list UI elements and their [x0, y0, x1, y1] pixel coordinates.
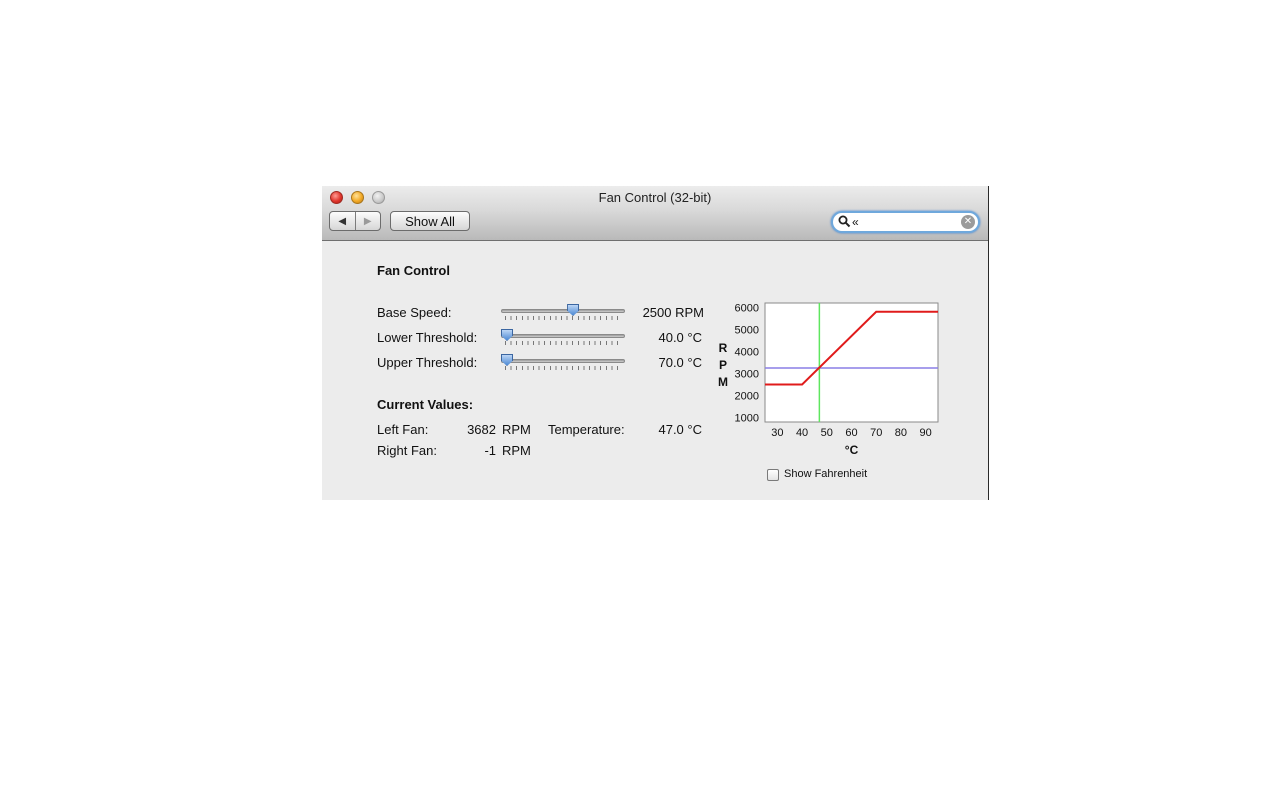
y-tick-label: 3000	[735, 369, 759, 381]
upper-threshold-label: Upper Threshold:	[377, 355, 478, 370]
search-field[interactable]: « ✕	[831, 211, 980, 233]
current-values-title: Current Values:	[377, 397, 474, 412]
base-speed-value: 2500 RPM	[642, 305, 704, 320]
base-speed-label: Base Speed:	[377, 305, 452, 320]
x-tick-label: 70	[870, 427, 882, 439]
right-fan-unit: RPM	[502, 443, 531, 458]
forward-button[interactable]: ▶	[354, 212, 381, 230]
x-tick-label: 90	[920, 427, 932, 439]
clear-search-icon[interactable]: ✕	[961, 215, 975, 229]
back-forward-control: ◀ ▶	[329, 211, 381, 231]
x-tick-label: 30	[771, 427, 783, 439]
right-fan-value: -1	[484, 443, 496, 458]
lower-threshold-value: 40.0 °C	[658, 330, 702, 345]
slider-ticks	[505, 366, 621, 370]
fan-curve-chart: 1000 2000 3000 4000 5000 6000 30 40 50 60 70 80 90 RP…	[718, 302, 939, 457]
lower-threshold-slider[interactable]	[501, 328, 625, 345]
window-title: Fan Control (32-bit)	[598, 190, 712, 205]
left-fan-label: Left Fan:	[377, 422, 429, 437]
y-tick-label: 1000	[735, 413, 759, 425]
slider-knob[interactable]	[501, 354, 513, 366]
left-fan-value: 3682	[467, 422, 496, 437]
slider-knob[interactable]	[567, 304, 580, 316]
y-tick-label: 6000	[735, 302, 759, 314]
fan-control-window: Fan Control (32-bit) ◀ ▶ Show All « ✕ Fa…	[322, 186, 989, 500]
upper-threshold-slider[interactable]	[501, 353, 625, 370]
y-tick-label: 5000	[735, 324, 759, 336]
slider-ticks	[505, 316, 621, 320]
plot-area	[764, 302, 939, 423]
right-fan-label: Right Fan:	[377, 443, 437, 458]
y-axis-label: P	[719, 358, 727, 372]
x-axis-label: °C	[845, 443, 859, 457]
show-fahrenheit-label: Show Fahrenheit	[784, 468, 868, 480]
x-tick-label: 40	[796, 427, 808, 439]
x-tick-label: 50	[821, 427, 833, 439]
slider-knob[interactable]	[501, 329, 513, 341]
slider-ticks	[505, 341, 621, 345]
x-tick-label: 80	[895, 427, 907, 439]
slider-track	[501, 359, 625, 363]
temperature-value: 47.0 °C	[658, 422, 702, 437]
show-all-button[interactable]: Show All	[390, 211, 470, 231]
y-axis-label: R	[719, 341, 728, 355]
search-input[interactable]: «	[852, 215, 859, 229]
y-tick-label: 2000	[735, 391, 759, 403]
search-icon	[838, 215, 851, 228]
lower-threshold-label: Lower Threshold:	[377, 330, 478, 345]
upper-threshold-value: 70.0 °C	[658, 355, 702, 370]
x-tick-label: 60	[845, 427, 857, 439]
titlebar: Fan Control (32-bit) ◀ ▶ Show All « ✕	[322, 186, 988, 241]
y-tick-label: 4000	[735, 346, 759, 358]
slider-track	[501, 309, 625, 313]
panel-title: Fan Control	[377, 263, 450, 278]
slider-track	[501, 334, 625, 338]
back-button[interactable]: ◀	[330, 212, 355, 230]
temperature-label: Temperature:	[548, 422, 625, 437]
base-speed-slider[interactable]	[501, 303, 625, 320]
left-fan-unit: RPM	[502, 422, 531, 437]
show-fahrenheit-checkbox[interactable]	[767, 469, 779, 481]
y-axis-label: M	[718, 375, 728, 389]
